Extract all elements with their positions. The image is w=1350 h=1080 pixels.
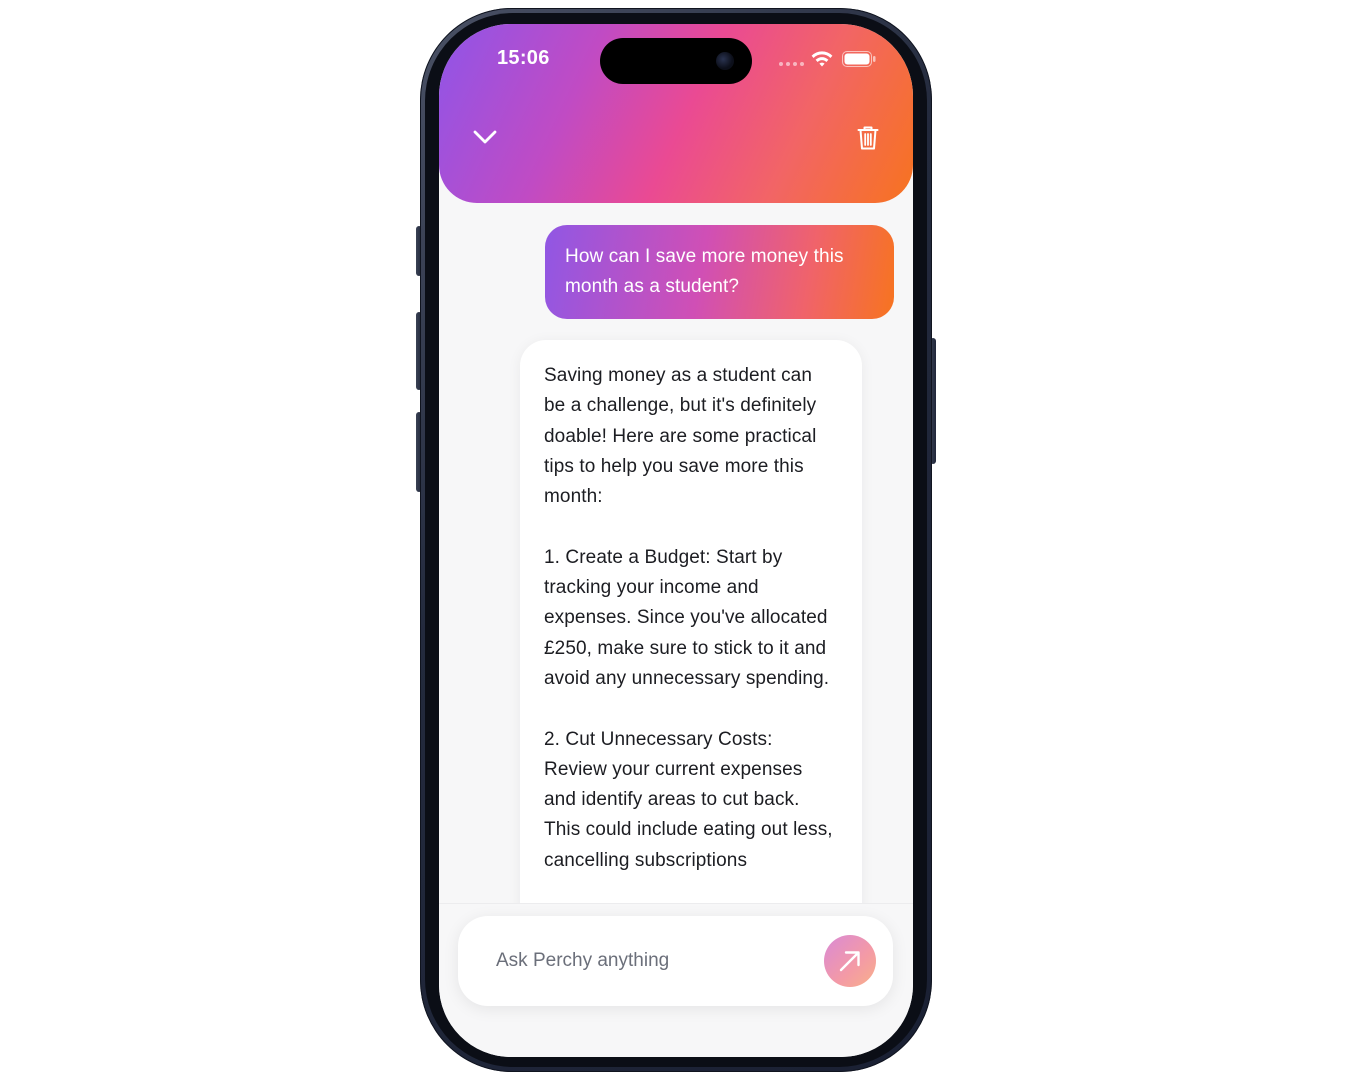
- assistant-message-bubble: Saving money as a student can be a chall…: [520, 340, 862, 960]
- send-button[interactable]: [824, 935, 876, 987]
- battery-icon: [842, 51, 876, 67]
- dynamic-island: [600, 38, 752, 84]
- wifi-icon: [811, 51, 833, 67]
- arrow-up-right-icon: [839, 951, 860, 972]
- trash-icon: [857, 126, 879, 150]
- collapse-chat-button[interactable]: [469, 122, 501, 152]
- delete-chat-button[interactable]: [853, 122, 883, 154]
- message-input[interactable]: [494, 938, 814, 984]
- stage: 15:06 How can I save more money this mon…: [0, 0, 1350, 1080]
- message-composer: [458, 916, 893, 1006]
- user-message-bubble: How can I save more money this month as …: [545, 225, 894, 319]
- chevron-down-icon: [473, 130, 497, 144]
- phone-screen: 15:06 How can I save more money this mon…: [439, 24, 913, 1057]
- status-time: 15:06: [497, 47, 550, 69]
- camera-icon: [716, 52, 734, 70]
- chat-header: 15:06: [439, 24, 913, 203]
- cellular-signal-icon: [779, 62, 804, 66]
